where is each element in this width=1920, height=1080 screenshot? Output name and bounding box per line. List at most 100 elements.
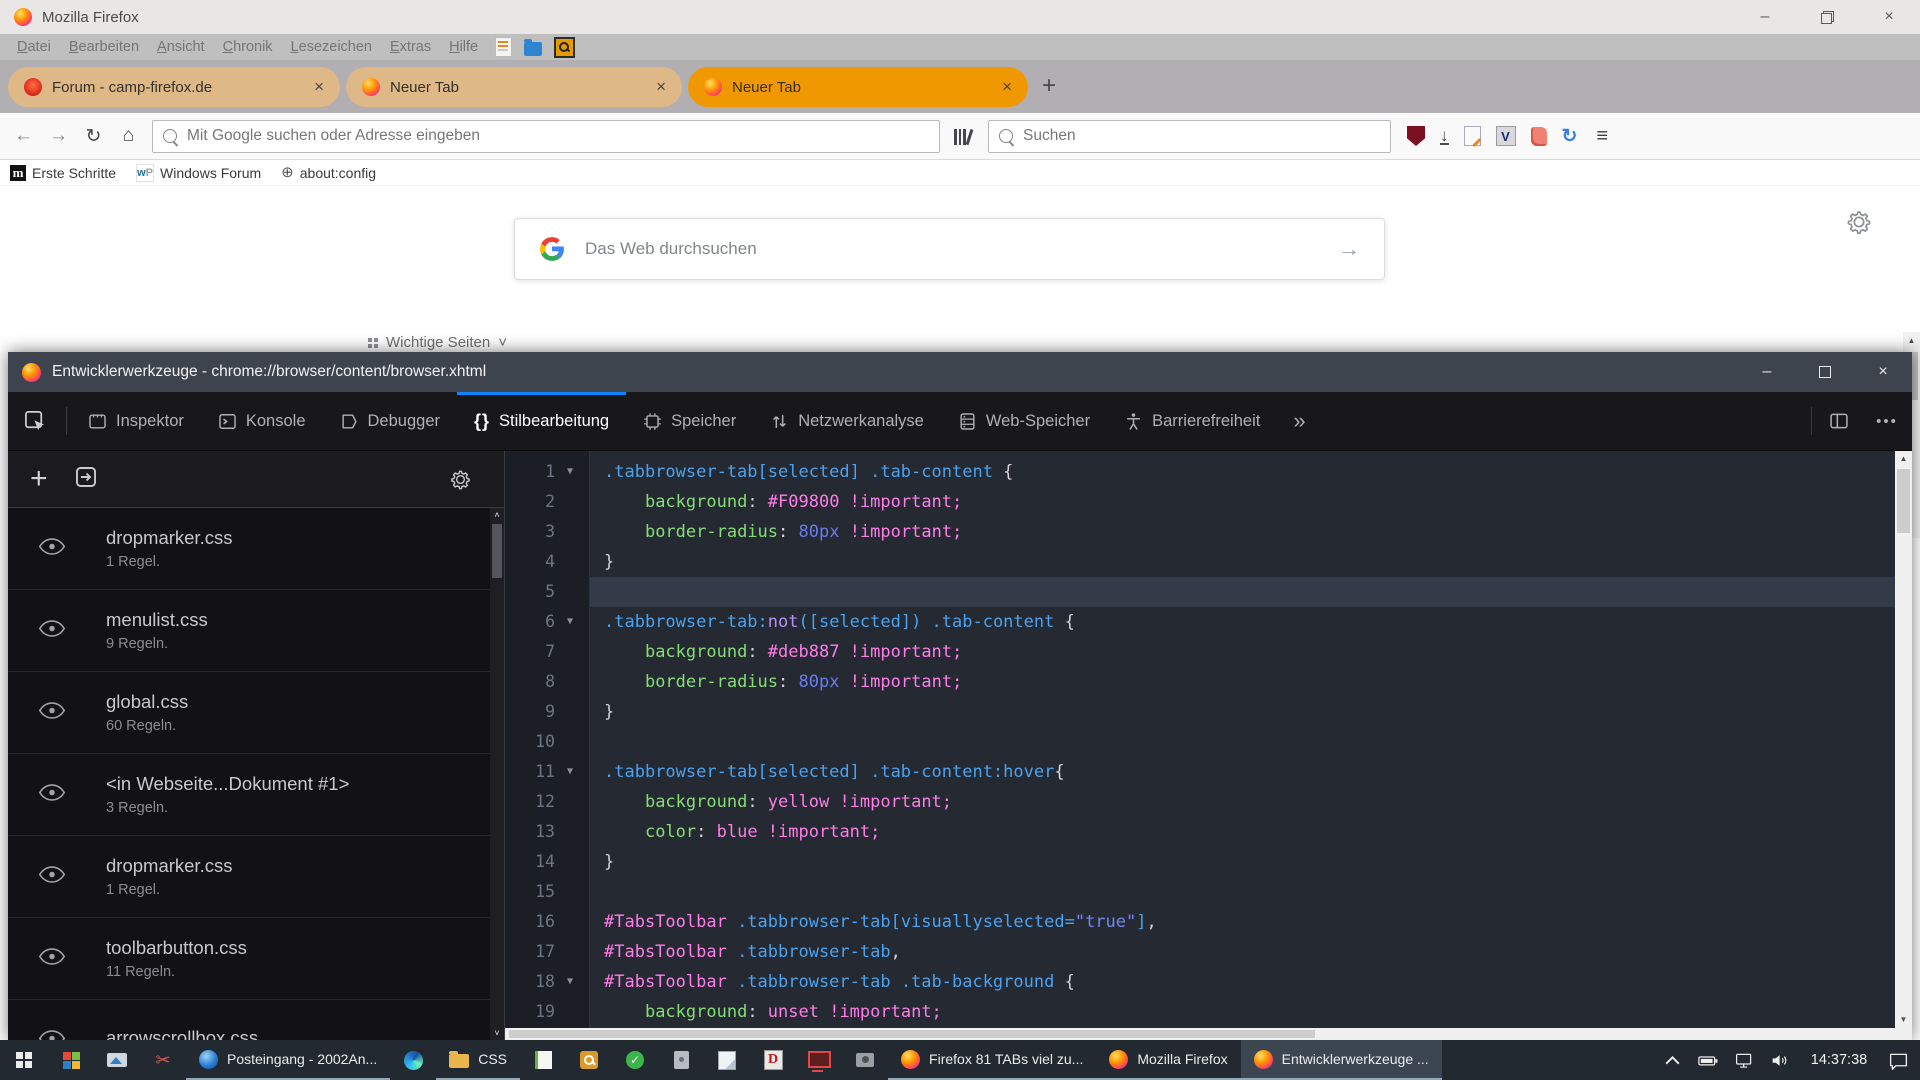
line-number[interactable]: 7 <box>505 637 555 667</box>
code-text[interactable]: border-radius: 80px !important; <box>590 667 1895 697</box>
code-text[interactable]: background: #deb887 !important; <box>590 637 1895 667</box>
device-icon[interactable] <box>658 1040 704 1080</box>
back-button[interactable]: ← <box>6 125 41 147</box>
line-number[interactable]: 6 <box>505 607 555 637</box>
devtools-tab-web-speicher[interactable]: Web-Speicher <box>941 392 1107 450</box>
code-text[interactable]: .tabbrowser-tab[selected] .tab-content:h… <box>590 757 1895 787</box>
code-line[interactable]: 7 background: #deb887 !important; <box>505 637 1895 667</box>
clock[interactable]: 14:37:38 <box>1800 1052 1878 1068</box>
tray-expand-icon[interactable] <box>1656 1050 1688 1071</box>
new-tab-button[interactable]: + <box>1042 72 1056 100</box>
snipping-icon[interactable]: ✂ <box>140 1040 186 1080</box>
line-number[interactable]: 10 <box>505 727 555 757</box>
action-center-icon[interactable] <box>1882 1050 1914 1071</box>
code-line[interactable]: 13 color: blue !important; <box>505 817 1895 847</box>
code-text[interactable]: .tabbrowser-tab[selected] .tab-content { <box>590 457 1895 487</box>
line-number[interactable]: 9 <box>505 697 555 727</box>
line-number[interactable]: 12 <box>505 787 555 817</box>
home-button[interactable]: ⌂ <box>111 125 146 147</box>
scrollbar-thumb[interactable] <box>509 1030 1315 1038</box>
search-input[interactable] <box>1021 126 1390 146</box>
tab-close-icon[interactable]: × <box>314 77 324 97</box>
editor-vertical-scrollbar[interactable]: ▲ ▼ <box>1895 451 1912 1028</box>
menu-item-lesezeichen[interactable]: Lesezeichen <box>282 39 381 55</box>
new-stylesheet-button[interactable]: + <box>30 466 48 492</box>
scroll-extension-icon[interactable] <box>1531 127 1547 146</box>
code-line[interactable]: 10 <box>505 727 1895 757</box>
code-line[interactable]: 3 border-radius: 80px !important; <box>505 517 1895 547</box>
code-line[interactable]: 19 background: unset !important; <box>505 997 1895 1027</box>
line-number[interactable]: 8 <box>505 667 555 697</box>
stylesheet-item[interactable]: menulist.css9 Regeln. <box>8 590 504 672</box>
library-icon[interactable] <box>954 127 970 145</box>
devtools-tab-stilbearbeitung[interactable]: {}Stilbearbeitung <box>457 392 626 450</box>
line-number[interactable]: 18 <box>505 967 555 997</box>
bookmark-item[interactable]: wPWindows Forum <box>136 164 261 182</box>
code-text[interactable]: .tabbrowser-tab:not([selected]) .tab-con… <box>590 607 1895 637</box>
line-number[interactable]: 13 <box>505 817 555 847</box>
url-bar[interactable] <box>152 120 940 153</box>
menu-item-extras[interactable]: Extras <box>381 39 440 55</box>
line-number[interactable]: 15 <box>505 877 555 907</box>
menu-item-chronik[interactable]: Chronik <box>214 39 282 55</box>
code-line[interactable]: 17#TabsToolbar .tabbrowser-tab, <box>505 937 1895 967</box>
fold-arrow-icon[interactable]: ▼ <box>555 967 585 997</box>
stylesheet-item[interactable]: global.css60 Regeln. <box>8 672 504 754</box>
code-line[interactable]: 14} <box>505 847 1895 877</box>
eye-icon[interactable] <box>38 784 66 806</box>
code-text[interactable]: background: #F09800 !important; <box>590 487 1895 517</box>
code-text[interactable]: } <box>590 847 1895 877</box>
taskbar-button[interactable]: Firefox 81 TABs viel zu... <box>888 1040 1096 1080</box>
eye-icon[interactable] <box>38 702 66 724</box>
taskbar-button[interactable]: Entwicklerwerkzeuge ... <box>1241 1040 1442 1080</box>
line-number[interactable]: 19 <box>505 997 555 1027</box>
eye-icon[interactable] <box>38 538 66 560</box>
line-number[interactable]: 1 <box>505 457 555 487</box>
meatball-menu-icon[interactable]: ••• <box>1862 392 1912 450</box>
code-text[interactable]: #TabsToolbar .tabbrowser-tab .tab-backgr… <box>590 967 1895 997</box>
download-icon[interactable]: ↓ <box>1440 128 1449 145</box>
editor-horizontal-scrollbar[interactable] <box>505 1028 1895 1040</box>
devtools-tab-netzwerkanalyse[interactable]: Netzwerkanalyse <box>753 392 941 450</box>
tab-close-icon[interactable]: × <box>1002 77 1012 97</box>
eye-icon[interactable] <box>38 620 66 642</box>
code-text[interactable]: } <box>590 547 1895 577</box>
start-button[interactable] <box>0 1040 48 1080</box>
import-stylesheet-icon[interactable] <box>74 465 98 494</box>
fold-arrow-icon[interactable]: ▼ <box>555 607 585 637</box>
sync-icon[interactable]: ↻ <box>1562 125 1578 148</box>
code-line[interactable]: 12 background: yellow !important; <box>505 787 1895 817</box>
minimize-button[interactable]: – <box>1734 0 1796 34</box>
monitor-icon[interactable] <box>796 1040 842 1080</box>
devtools-tab-barrierefreiheit[interactable]: Barrierefreiheit <box>1107 392 1277 450</box>
submit-arrow-icon[interactable]: → <box>1338 236 1360 262</box>
line-number[interactable]: 3 <box>505 517 555 547</box>
code-text[interactable] <box>590 877 1895 907</box>
stylesheet-item[interactable]: dropmarker.css1 Regel. <box>8 836 504 918</box>
line-number[interactable]: 5 <box>505 577 555 607</box>
gear-icon[interactable] <box>449 468 472 491</box>
network-icon[interactable] <box>1728 1050 1760 1071</box>
search-bar[interactable] <box>988 120 1391 153</box>
code-line[interactable]: 2 background: #F09800 !important; <box>505 487 1895 517</box>
code-text[interactable]: #TabsToolbar .tabbrowser-tab[visuallysel… <box>590 907 1895 937</box>
check-icon[interactable]: ✓ <box>612 1040 658 1080</box>
line-number[interactable]: 14 <box>505 847 555 877</box>
menu-item-hilfe[interactable]: Hilfe <box>440 39 487 55</box>
devtools-tab-speicher[interactable]: Speicher <box>626 392 753 450</box>
close-button[interactable]: × <box>1854 352 1912 392</box>
scroll-up-icon[interactable]: ▲ <box>1903 332 1920 345</box>
code-text[interactable]: color: blue !important; <box>590 817 1895 847</box>
forward-button[interactable]: → <box>41 125 76 147</box>
line-number[interactable]: 2 <box>505 487 555 517</box>
taskbar-button[interactable]: CSS <box>436 1040 520 1080</box>
key-icon[interactable] <box>566 1040 612 1080</box>
minimize-button[interactable]: – <box>1738 352 1796 392</box>
fold-arrow-icon[interactable]: ▼ <box>555 457 585 487</box>
scrollbar-thumb[interactable] <box>492 524 502 578</box>
devtools-tab-inspektor[interactable]: Inspektor <box>71 392 201 450</box>
stylesheet-item[interactable]: <in Webseite...Dokument #1>3 Regeln. <box>8 754 504 836</box>
scroll-up-icon[interactable]: ▲ <box>1895 451 1912 467</box>
code-text[interactable]: background: yellow !important; <box>590 787 1895 817</box>
code-line[interactable]: 6▼.tabbrowser-tab:not([selected]) .tab-c… <box>505 607 1895 637</box>
